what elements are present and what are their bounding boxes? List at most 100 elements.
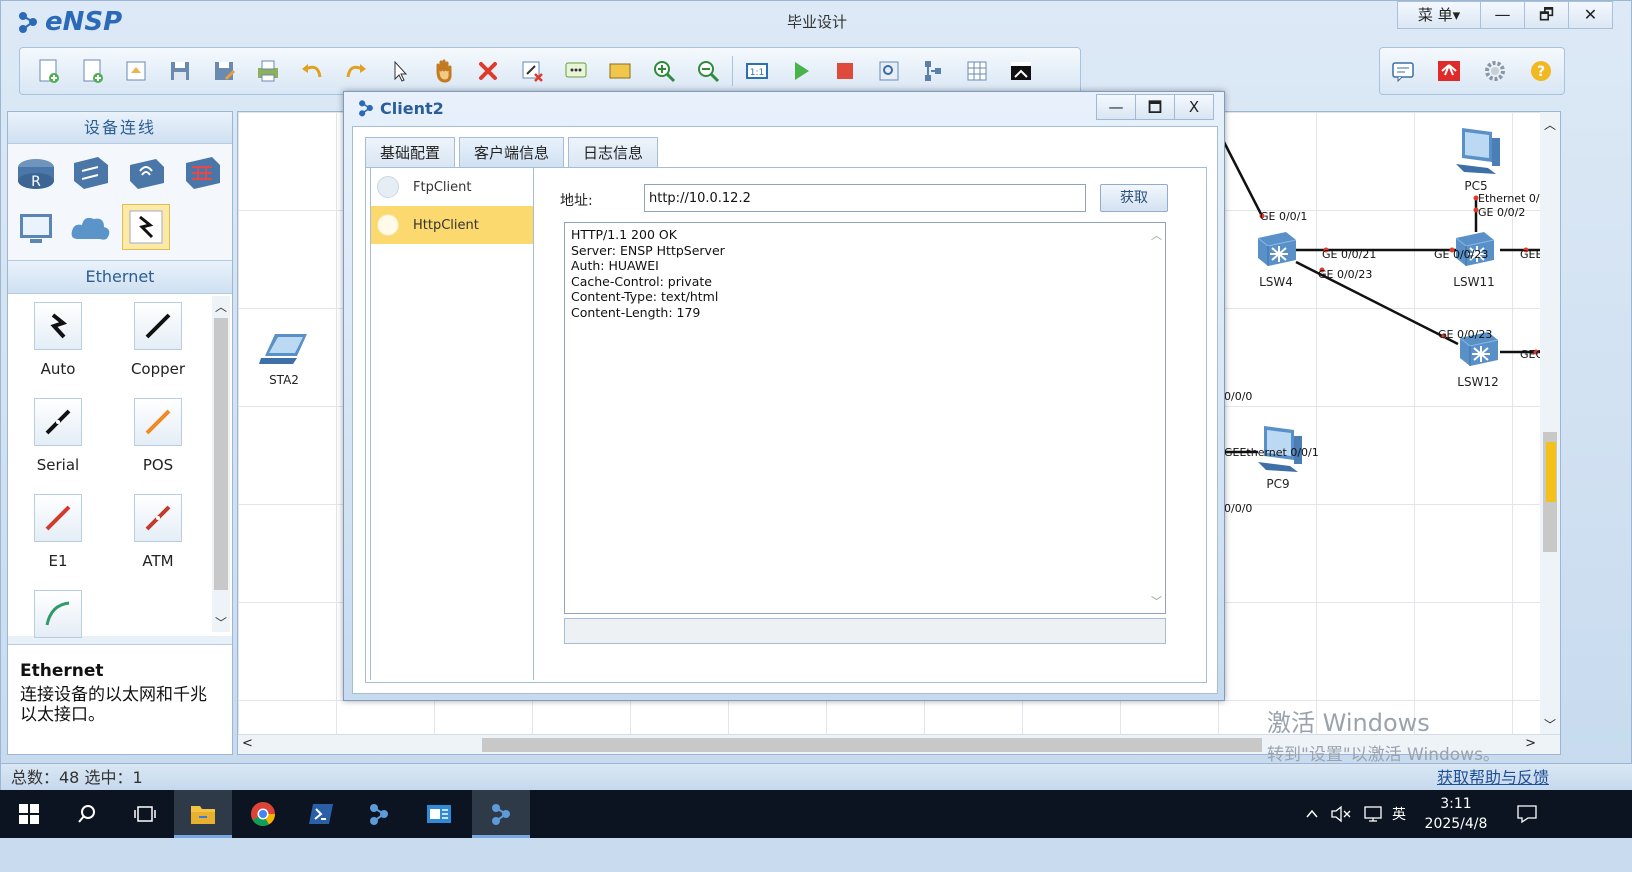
cable-atm[interactable]: ATM [108,494,208,570]
connection-category-icon[interactable] [122,204,170,250]
tab-basic-config[interactable]: 基础配置 [365,137,456,167]
scroll-up-icon[interactable]: ︿ [1151,227,1162,243]
node-pc5[interactable]: PC5 [1446,124,1506,193]
cable-e1[interactable]: E1 [8,494,108,570]
stop-icon[interactable] [823,51,867,91]
save-icon[interactable] [158,51,202,91]
grid-icon[interactable] [955,51,999,91]
scroll-up-icon[interactable]: ︿ [212,298,230,315]
search-button[interactable] [58,790,116,838]
tray-chevron-icon[interactable] [1304,790,1320,838]
pan-hand-icon[interactable] [422,51,466,91]
redo-icon[interactable] [334,51,378,91]
task-view-button[interactable] [116,790,174,838]
new-topology-icon[interactable] [26,51,70,91]
client-info-pane: FtpClient HttpClient 地址: 获取 HTTP/1.1 200… [365,167,1207,683]
main-menu-button[interactable]: 菜 单▾ [1397,1,1481,29]
fit-icon[interactable]: 1:1 [735,51,779,91]
delete-icon[interactable] [466,51,510,91]
node-lsw4[interactable]: LSW4 [1248,228,1304,289]
cloud-category-icon[interactable] [66,206,114,252]
cable-pos[interactable]: POS [108,398,208,474]
windows-logo-icon [19,804,39,824]
minimize-button[interactable]: — [1481,1,1525,29]
notification-icon[interactable] [1516,790,1538,838]
scrollbar-thumb[interactable] [482,738,1262,752]
dialog-title: Client2 [356,98,444,118]
ensp-window: eNSP 毕业设计 菜 单▾ — 🗗 ✕ 1:1 ? 设备连线 R Ethern… [0,0,1632,822]
network-icon[interactable] [1362,790,1384,838]
chat-icon[interactable] [1381,51,1425,91]
node-sta2[interactable]: STA2 [254,330,314,387]
ime-indicator[interactable]: 英 [1392,790,1406,838]
system-clock[interactable]: 3:11 2025/4/8 [1414,794,1498,834]
zoom-out-icon[interactable] [686,51,730,91]
window-controls: 菜 单▾ — 🗗 ✕ [1397,1,1613,29]
save-as-icon[interactable] [202,51,246,91]
client-item-label: FtpClient [413,179,472,195]
restore-button[interactable]: 🗗 [1525,1,1569,29]
tab-log-info[interactable]: 日志信息 [568,137,659,167]
scroll-down-icon[interactable]: ﹀ [1540,716,1560,733]
cable-auto[interactable]: Auto [8,302,108,378]
new-blank-icon[interactable] [70,51,114,91]
scroll-right-icon[interactable]: > [1525,736,1536,751]
start-button[interactable] [0,790,58,838]
canvas-vertical-scrollbar[interactable]: ︿ ﹀ [1540,112,1560,736]
fetch-button[interactable]: 获取 [1100,184,1168,212]
open-icon[interactable] [114,51,158,91]
taskbar-file-explorer[interactable] [174,790,232,838]
delete-link-icon[interactable] [510,51,554,91]
volume-muted-icon[interactable] [1330,790,1352,838]
scroll-down-icon[interactable]: ﹀ [212,614,230,631]
tab-client-info[interactable]: 客户端信息 [459,137,565,167]
wireless-category-icon[interactable] [122,150,170,196]
dialog-restore-button[interactable]: 🗖 [1135,94,1175,120]
node-sta2-label: STA2 [269,373,299,387]
scroll-down-icon[interactable]: ﹀ [1151,593,1162,609]
taskbar-network-tool[interactable] [410,790,468,838]
huawei-icon[interactable] [1427,51,1471,91]
help-feedback-link[interactable]: 获取帮助与反馈 [1437,764,1549,792]
scroll-left-icon[interactable]: < [242,736,253,751]
response-line: Cache-Control: private [571,273,712,289]
response-scrollbar[interactable]: ︿ ﹀ [1147,223,1165,613]
switch-category-icon[interactable] [66,150,114,196]
taskbar-powershell[interactable] [292,790,350,838]
undo-icon[interactable] [290,51,334,91]
help-icon[interactable]: ? [1519,51,1563,91]
cable-copper[interactable]: Copper [108,302,208,378]
cable-list-scrollbar[interactable]: ︿ ﹀ [212,296,230,632]
taskbar-ensp-1[interactable] [350,790,408,838]
dialog-minimize-button[interactable]: — [1096,94,1136,120]
text-icon[interactable] [554,51,598,91]
scroll-up-icon[interactable]: ︿ [1540,116,1560,133]
topology-icon[interactable] [911,51,955,91]
cable-serial[interactable]: Serial [8,398,108,474]
close-button[interactable]: ✕ [1569,1,1613,29]
start-icon[interactable] [779,51,823,91]
client-item-http[interactable]: HttpClient [371,206,533,244]
cable-ctl[interactable] [8,590,108,648]
taskbar-chrome[interactable] [234,790,292,838]
terminal-icon[interactable] [999,51,1043,91]
powershell-icon [309,804,333,824]
http-response-area[interactable]: HTTP/1.1 200 OK Server: ENSP HttpServer … [564,222,1166,614]
rectangle-icon[interactable] [598,51,642,91]
client-status-icon [377,176,399,198]
firewall-category-icon[interactable] [178,150,226,196]
zoom-in-icon[interactable] [642,51,686,91]
router-category-icon[interactable]: R [12,150,60,196]
settings-icon[interactable] [1473,51,1517,91]
node-pc9-label: PC9 [1266,477,1290,491]
dialog-close-button[interactable]: X [1174,94,1214,120]
client-item-ftp[interactable]: FtpClient [371,168,533,206]
print-icon[interactable] [246,51,290,91]
cable-copper-label: Copper [130,360,186,378]
capture-icon[interactable] [867,51,911,91]
select-icon[interactable] [378,51,422,91]
address-input[interactable] [644,184,1086,212]
scrollbar-thumb[interactable] [214,318,228,590]
taskbar-ensp-2[interactable] [472,790,530,838]
pc-category-icon[interactable] [12,206,60,252]
